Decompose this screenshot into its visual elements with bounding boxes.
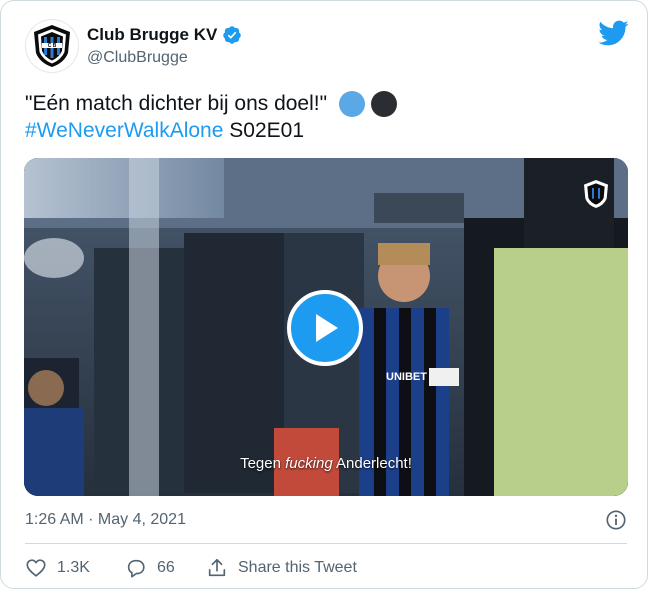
tweet-text-line-2: #WeNeverWalkAlone S02E01 <box>25 119 304 143</box>
episode-label: S02E01 <box>229 119 304 142</box>
share-button[interactable]: Share this Tweet <box>206 557 357 579</box>
blue-circle-emoji-icon <box>339 91 366 117</box>
verified-badge-icon <box>223 26 242 44</box>
tweet-text-line: "Eén match dichter bij ons doel!" <box>25 91 398 117</box>
share-label: Share this Tweet <box>238 559 357 576</box>
tweet-card: C B Club Brugge KV @ClubBrugge "Eén matc… <box>0 0 648 589</box>
tweet-quote: "Eén match dichter bij ons doel!" <box>25 92 328 115</box>
avatar[interactable]: C B <box>25 19 79 73</box>
club-crest-watermark-icon <box>584 180 608 208</box>
like-count: 1.3K <box>57 559 90 576</box>
svg-text:UNIBET: UNIBET <box>386 371 427 383</box>
video-player[interactable]: UNIBET Tegen fucking Anderlecht! <box>24 158 628 496</box>
svg-text:C B: C B <box>48 43 57 49</box>
twitter-bird-icon[interactable] <box>597 17 629 49</box>
subtitle-before: Tegen <box>240 455 286 472</box>
hashtag-link[interactable]: #WeNeverWalkAlone <box>25 119 223 142</box>
tweet-timestamp[interactable]: 1:26 AM · May 4, 2021 <box>25 511 186 529</box>
divider <box>25 543 627 544</box>
like-button[interactable]: 1.3K <box>25 557 90 579</box>
share-upload-icon <box>208 558 226 577</box>
author-handle[interactable]: @ClubBrugge <box>87 49 188 67</box>
play-button[interactable] <box>287 290 363 366</box>
club-crest-icon: C B <box>34 25 70 67</box>
display-name[interactable]: Club Brugge KV <box>87 25 217 45</box>
reply-bubble-icon <box>127 559 145 578</box>
author-name-row[interactable]: Club Brugge KV <box>87 25 242 45</box>
subtitle-after: Anderlecht! <box>332 455 412 472</box>
subtitle-italic: fucking <box>285 455 333 472</box>
play-icon <box>316 314 338 342</box>
info-icon[interactable] <box>605 509 627 531</box>
reply-button[interactable]: 66 <box>125 557 175 579</box>
black-circle-emoji-icon <box>371 91 398 117</box>
video-subtitle: Tegen fucking Anderlecht! <box>24 455 628 472</box>
reply-count: 66 <box>157 559 175 576</box>
heart-icon <box>26 559 46 577</box>
